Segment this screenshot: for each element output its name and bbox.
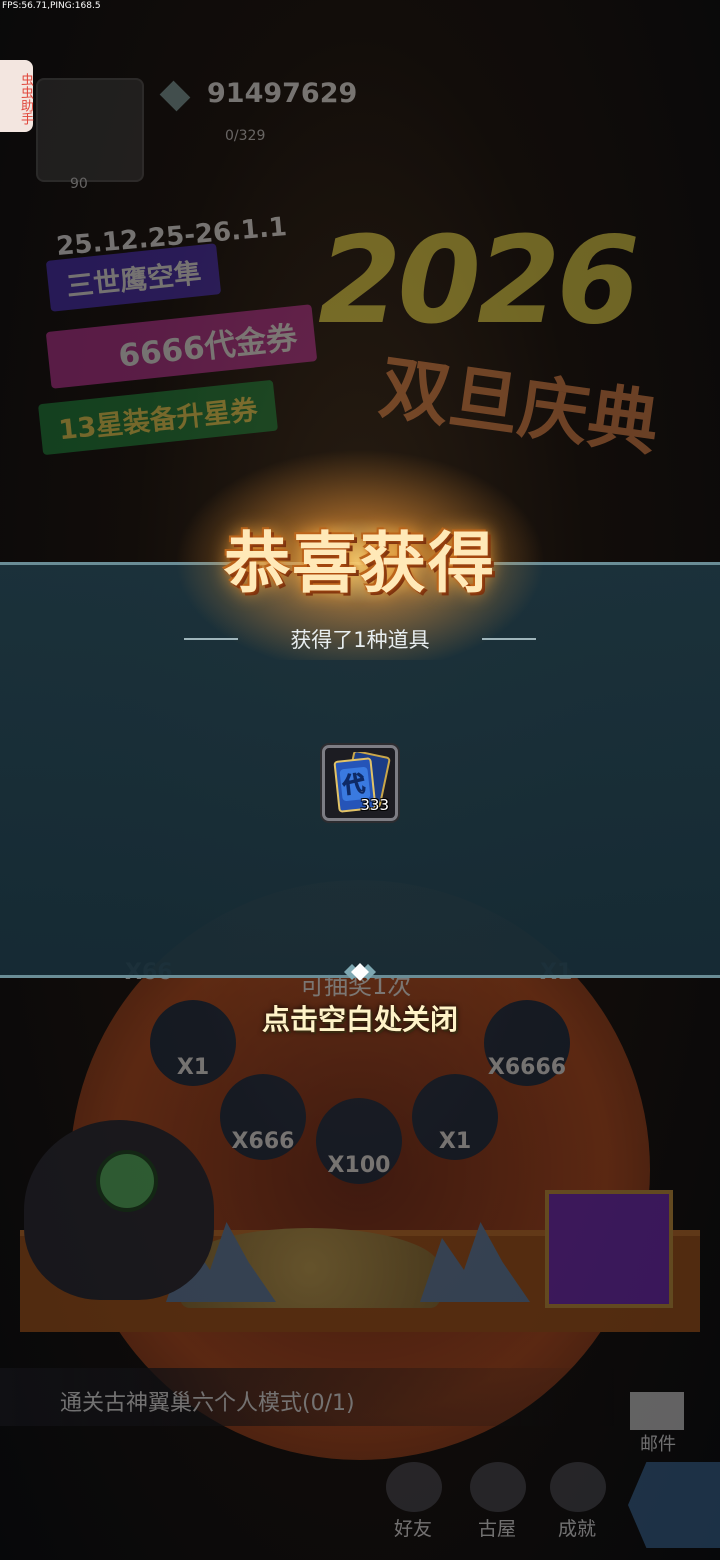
trophy-icon[interactable] [550, 1462, 606, 1512]
event-year: 2026 [318, 212, 640, 351]
wheel-slot: X1 [412, 1074, 498, 1160]
mail-label: 邮件 [640, 1434, 676, 1455]
quest-text: 通关古神翼巢六个人模式(0/1) [60, 1391, 355, 1416]
popup-subtitle: 获得了1种道具 [290, 628, 430, 652]
gift-boxes [545, 1190, 673, 1308]
gem-icon [159, 80, 191, 112]
nav-friends-label: 好友 [394, 1518, 433, 1540]
popup-subtitle-row: 获得了1种道具 [0, 624, 720, 654]
monster-mascot [24, 1120, 214, 1300]
mail-icon[interactable] [630, 1392, 684, 1430]
event-banner-2: 6666代金券 [45, 304, 318, 389]
nav-achievements-label: 成就 [558, 1518, 597, 1540]
nav-guild-label: 古屋 [478, 1518, 517, 1540]
monster-eye [96, 1150, 158, 1212]
wheel-slot: X100 [316, 1098, 402, 1184]
energy-count: 0/329 [225, 128, 266, 144]
next-arrow-button[interactable] [628, 1462, 720, 1548]
avatar[interactable] [36, 78, 144, 182]
friends-icon[interactable] [386, 1462, 442, 1512]
fps-readout: FPS:56.71,PING:168.5 [2, 1, 101, 11]
wheel-slot: X666 [220, 1074, 306, 1160]
game-screen[interactable]: FPS:56.71,PING:168.5 虫虫助手 90 91497629 0/… [0, 0, 720, 1560]
gem-count: 91497629 [207, 78, 358, 109]
subtitle-left-line [184, 638, 239, 640]
diamond-divider-icon [344, 963, 376, 981]
reward-item-slot[interactable]: 代 333 [322, 745, 398, 821]
player-level: 90 [70, 176, 88, 192]
guild-icon[interactable] [470, 1462, 526, 1512]
helper-tab[interactable]: 虫虫助手 [0, 60, 33, 132]
close-hint[interactable]: 点击空白处关闭 [0, 998, 720, 1038]
subtitle-right-line [481, 638, 536, 640]
item-count: 333 [360, 796, 389, 814]
popup-title: 恭喜获得 [224, 525, 496, 602]
